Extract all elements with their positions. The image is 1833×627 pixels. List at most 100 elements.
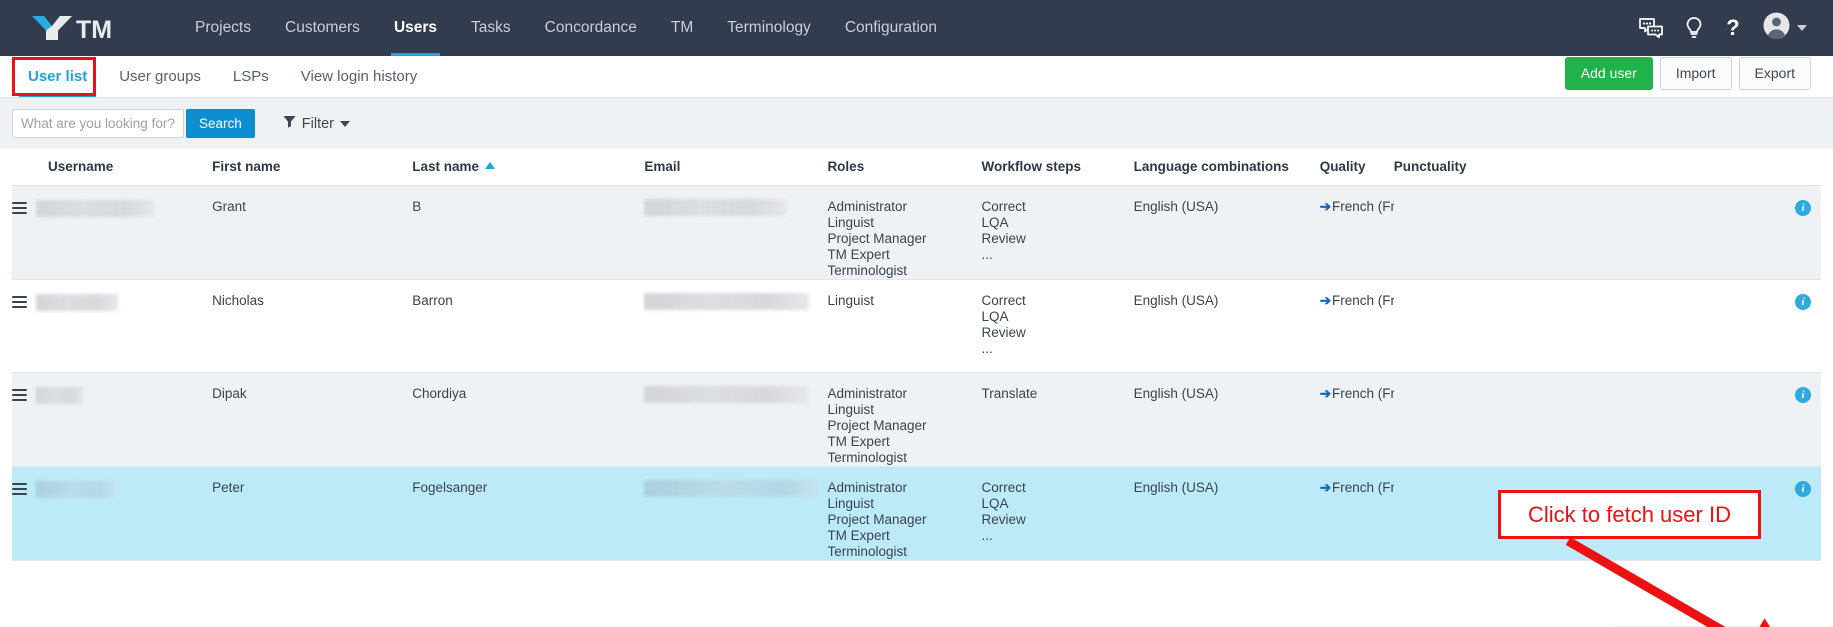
- cell-roles: Administrator Linguist Project Manager TM E…: [827, 466, 982, 561]
- tab-user-groups[interactable]: User groups: [103, 56, 217, 97]
- workflow-step-item: Correct: [981, 480, 1026, 495]
- filter-dropdown[interactable]: Filter: [283, 115, 351, 132]
- cell-punctuality: i: [1393, 279, 1821, 373]
- xtm-logo[interactable]: TM: [30, 11, 148, 45]
- redacted-username: [36, 386, 84, 404]
- lightbulb-icon[interactable]: [1685, 16, 1703, 40]
- role-item: TM Expert: [827, 528, 890, 543]
- row-menu-icon[interactable]: [12, 293, 27, 311]
- import-button[interactable]: Import: [1659, 57, 1732, 90]
- nav-item-configuration[interactable]: Configuration: [828, 0, 954, 56]
- cell-quality: ➔French (France): [1319, 185, 1429, 280]
- workflow-step-item: Review: [981, 512, 1026, 527]
- nav-item-users[interactable]: Users: [377, 0, 454, 56]
- column-header-first-name[interactable]: First name: [212, 149, 413, 186]
- cell-quality: ➔French (France): [1319, 466, 1429, 561]
- workflow-step-item: ...: [981, 341, 993, 356]
- role-item: TM Expert: [827, 434, 890, 449]
- chevron-down-icon: [1797, 25, 1807, 31]
- cell-last-name: Fogelsanger: [412, 466, 645, 561]
- primary-nav-items: Projects Customers Users Tasks Concordan…: [178, 0, 954, 56]
- redacted-email: [644, 199, 788, 216]
- row-menu-icon[interactable]: [12, 199, 27, 217]
- add-user-button[interactable]: Add user: [1564, 57, 1653, 90]
- language-direction-arrow-icon: ➔: [1319, 480, 1331, 495]
- workflow-step-item: ...: [981, 247, 993, 262]
- workflow-step-item: Correct: [981, 199, 1026, 214]
- info-icon[interactable]: i: [1795, 200, 1811, 216]
- nav-item-concordance[interactable]: Concordance: [528, 0, 654, 56]
- redacted-username: [36, 480, 116, 498]
- search-button[interactable]: Search: [186, 109, 255, 138]
- source-language: English (USA): [1133, 199, 1219, 214]
- cell-quality: ➔French (France): [1319, 279, 1429, 373]
- question-mark-icon[interactable]: ?: [1725, 16, 1741, 40]
- tab-lsps[interactable]: LSPs: [217, 56, 285, 97]
- search-input[interactable]: [12, 109, 184, 138]
- language-direction-arrow-icon: ➔: [1319, 386, 1331, 401]
- svg-text:?: ?: [1726, 16, 1739, 40]
- role-item: Linguist: [827, 215, 874, 230]
- info-icon[interactable]: i: [1795, 387, 1811, 403]
- column-header-last-name[interactable]: Last name: [412, 149, 645, 186]
- cell-last-name: B: [412, 185, 645, 280]
- tab-user-list[interactable]: User list: [12, 56, 103, 97]
- redacted-email: [644, 386, 810, 403]
- column-header-language-combinations[interactable]: Language combinations: [1133, 149, 1320, 186]
- role-item: Terminologist: [827, 263, 907, 278]
- source-language: English (USA): [1133, 386, 1219, 401]
- row-menu-icon[interactable]: [12, 386, 27, 404]
- workflow-step-item: LQA: [981, 215, 1009, 230]
- user-section-tabs: User list User groups LSPs View login hi…: [12, 55, 433, 97]
- redacted-username: [36, 199, 154, 217]
- nav-item-customers[interactable]: Customers: [268, 0, 377, 56]
- language-direction-arrow-icon: ➔: [1319, 293, 1331, 308]
- cell-email: [644, 372, 828, 467]
- column-header-roles[interactable]: Roles: [827, 149, 982, 186]
- cell-email: [644, 279, 828, 373]
- cell-last-name: Chordiya: [412, 372, 645, 467]
- table-row[interactable]: Dipak Chordiya Administrator Linguist Projec…: [12, 372, 1821, 467]
- chevron-down-icon: [340, 120, 351, 127]
- info-icon[interactable]: i: [1795, 481, 1811, 497]
- table-row[interactable]: Grant B Administrator Linguist Project Manag…: [12, 185, 1821, 280]
- nav-item-tm[interactable]: TM: [654, 0, 710, 56]
- info-icon[interactable]: i: [1795, 294, 1811, 310]
- user-menu[interactable]: [1763, 12, 1807, 44]
- cell-roles: Administrator Linguist Project Manager TM E…: [827, 372, 982, 467]
- role-item: Administrator: [827, 386, 907, 401]
- role-item: Administrator: [827, 480, 907, 495]
- column-header-email[interactable]: Email: [644, 149, 828, 186]
- cell-first-name: Grant: [212, 185, 413, 280]
- table-row[interactable]: Nicholas Barron Linguist Correct LQA Review..…: [12, 279, 1821, 373]
- nav-item-terminology[interactable]: Terminology: [710, 0, 828, 56]
- export-button[interactable]: Export: [1738, 57, 1811, 90]
- column-header-punctuality[interactable]: Punctuality: [1393, 149, 1821, 186]
- cell-language-combinations: English (USA): [1133, 279, 1320, 373]
- nav-item-projects[interactable]: Projects: [178, 0, 268, 56]
- column-header-username[interactable]: Username: [12, 149, 213, 186]
- workflow-step-item: Review: [981, 231, 1026, 246]
- cell-workflow-steps: Correct LQA Review...: [981, 279, 1134, 373]
- cell-quality: ➔French (France): [1319, 372, 1429, 467]
- chat-bubbles-icon[interactable]: [1639, 18, 1663, 38]
- role-item: Terminologist: [827, 450, 907, 465]
- tab-view-login-history[interactable]: View login history: [285, 56, 433, 97]
- column-header-workflow-steps[interactable]: Workflow steps: [981, 149, 1134, 186]
- role-item: Linguist: [827, 496, 874, 511]
- workflow-step-item: Review: [981, 325, 1026, 340]
- cell-roles: Administrator Linguist Project Manager TM E…: [827, 185, 982, 280]
- filter-label: Filter: [301, 115, 335, 132]
- nav-item-tasks[interactable]: Tasks: [454, 0, 528, 56]
- cell-roles: Linguist: [827, 279, 982, 373]
- role-item: Project Manager: [827, 418, 927, 433]
- top-nav-actions: ?: [1639, 12, 1811, 44]
- sub-tab-bar: User list User groups LSPs View login hi…: [0, 56, 1833, 98]
- row-menu-icon[interactable]: [12, 480, 27, 498]
- column-header-quality[interactable]: Quality: [1319, 149, 1394, 186]
- role-item: Administrator: [827, 199, 907, 214]
- redacted-username: [36, 293, 118, 311]
- annotation-callout-click-to-fetch-user-id: Click to fetch user ID: [1498, 490, 1761, 539]
- filter-funnel-icon: [283, 115, 296, 132]
- cell-language-combinations: English (USA): [1133, 466, 1320, 561]
